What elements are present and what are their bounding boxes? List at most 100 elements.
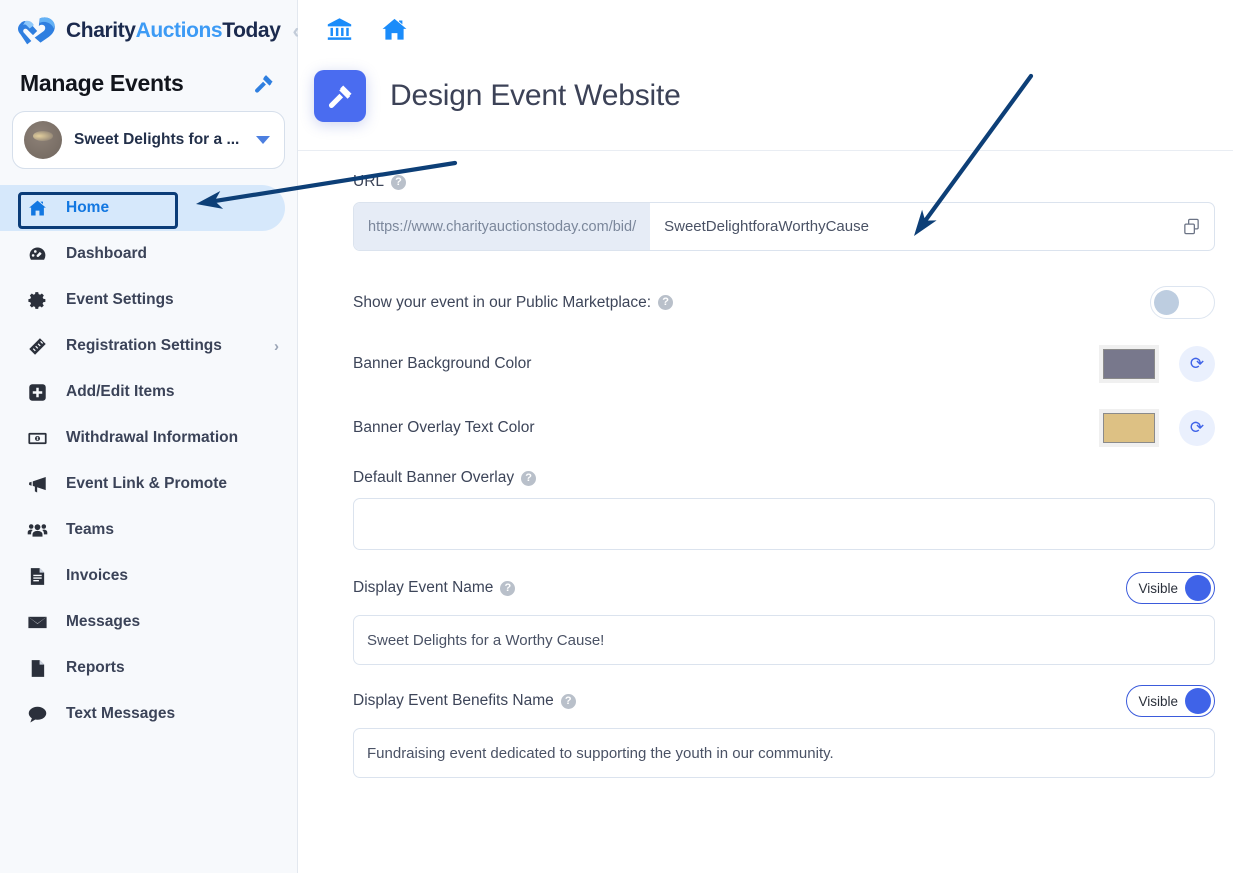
sidebar-item-event-settings[interactable]: Event Settings: [0, 277, 297, 323]
url-label: URL: [353, 173, 385, 190]
brand-name-part2: Auctions: [135, 19, 223, 42]
sidebar-item-home[interactable]: Home: [0, 185, 285, 231]
public-marketplace-toggle[interactable]: [1150, 286, 1215, 319]
toggle-knob: [1185, 688, 1211, 714]
display-event-name-toggle[interactable]: Visible: [1126, 572, 1215, 604]
design-event-website-form: URL ? https://www.charityauctionstoday.c…: [298, 173, 1233, 778]
sidebar-item-text-messages[interactable]: Text Messages: [0, 691, 297, 737]
megaphone-icon: [26, 473, 48, 495]
help-icon[interactable]: ?: [500, 580, 516, 596]
gavel-icon[interactable]: [314, 70, 366, 122]
url-label-row: URL ?: [353, 173, 1215, 191]
sidebar-item-registration-settings[interactable]: Registration Settings ›: [0, 323, 297, 369]
refresh-icon[interactable]: ⟳: [1179, 410, 1215, 446]
banner-overlay-text-color-row: Banner Overlay Text Color ⟳: [353, 409, 1215, 447]
sidebar-item-invoices[interactable]: Invoices: [0, 553, 297, 599]
url-prefix: https://www.charityauctionstoday.com/bid…: [354, 203, 651, 250]
invoice-document-icon: [26, 565, 48, 587]
url-input-group[interactable]: https://www.charityauctionstoday.com/bid…: [353, 202, 1215, 251]
ticket-icon: [26, 335, 48, 357]
file-icon: [26, 657, 48, 679]
caret-down-icon[interactable]: [256, 136, 270, 144]
app-root: CharityAuctionsToday « Manage Events Swe…: [0, 0, 1233, 873]
event-selector-label: Sweet Delights for a ...: [74, 131, 240, 148]
sidebar-item-add-edit-items[interactable]: Add/Edit Items: [0, 369, 297, 415]
display-event-benefits-name-row: Display Event Benefits Name ? Visible: [353, 685, 1215, 717]
help-icon[interactable]: ?: [560, 693, 576, 709]
event-selector-dropdown[interactable]: Sweet Delights for a ...: [12, 111, 285, 169]
money-bill-icon: [26, 427, 48, 449]
sidebar: CharityAuctionsToday « Manage Events Swe…: [0, 0, 304, 873]
sidebar-item-label: Withdrawal Information: [66, 429, 239, 446]
sidebar-item-label: Text Messages: [66, 705, 176, 722]
sidebar-item-label: Dashboard: [66, 245, 147, 262]
display-event-benefits-name-toggle[interactable]: Visible: [1126, 685, 1215, 717]
brand-name-part1: Charity: [66, 19, 136, 42]
chat-bubble-icon: [26, 703, 48, 725]
display-event-name-input[interactable]: Sweet Delights for a Worthy Cause!: [353, 615, 1215, 665]
sidebar-item-messages[interactable]: Messages: [0, 599, 297, 645]
public-marketplace-label: Show your event in our Public Marketplac…: [353, 293, 652, 311]
gear-icon: [26, 289, 48, 311]
display-event-benefits-name-input[interactable]: Fundraising event dedicated to supportin…: [353, 728, 1215, 778]
sidebar-item-label: Event Link & Promote: [66, 475, 228, 492]
sidebar-item-label: Invoices: [66, 567, 129, 584]
color-preview: [1103, 349, 1155, 379]
sidebar-item-event-link-promote[interactable]: Event Link & Promote: [0, 461, 297, 507]
toggle-label: Visible: [1138, 693, 1178, 709]
display-event-name-label-row: Display Event Name ?: [353, 579, 516, 597]
toggle-label: Visible: [1138, 580, 1178, 596]
default-banner-overlay-label-row: Default Banner Overlay ?: [353, 469, 1215, 487]
sidebar-item-reports[interactable]: Reports: [0, 645, 297, 691]
toggle-knob: [1154, 290, 1179, 315]
chevron-right-icon[interactable]: ›: [274, 338, 279, 355]
sidebar-item-label: Home: [66, 199, 110, 216]
default-banner-overlay-label: Default Banner Overlay: [353, 469, 515, 486]
sidebar-item-label: Reports: [66, 659, 125, 676]
avatar: [24, 121, 62, 159]
banner-overlay-text-color-swatch[interactable]: [1099, 409, 1159, 447]
brand-name: CharityAuctionsToday: [66, 19, 281, 43]
refresh-icon[interactable]: ⟳: [1179, 346, 1215, 382]
help-icon[interactable]: ?: [658, 295, 674, 310]
sidebar-item-withdrawal-information[interactable]: Withdrawal Information: [0, 415, 297, 461]
charity-heart-hand-logo-icon: [18, 16, 58, 46]
users-group-icon: [26, 519, 48, 541]
default-banner-overlay-input[interactable]: [353, 498, 1215, 550]
main-content: Design Event Website URL ? https://www.c…: [298, 0, 1233, 873]
banner-background-color-controls: ⟳: [1099, 345, 1215, 383]
display-event-name-label: Display Event Name: [353, 579, 494, 596]
display-event-benefits-name-label: Display Event Benefits Name: [353, 692, 554, 709]
envelope-icon: [26, 611, 48, 633]
sidebar-item-label: Teams: [66, 521, 114, 538]
sidebar-item-label: Event Settings: [66, 291, 174, 308]
banner-background-color-swatch[interactable]: [1099, 345, 1159, 383]
color-preview: [1103, 413, 1155, 443]
banner-overlay-text-color-label: Banner Overlay Text Color: [353, 419, 535, 436]
sidebar-item-dashboard[interactable]: Dashboard: [0, 231, 297, 277]
public-marketplace-label-row: Show your event in our Public Marketplac…: [353, 293, 674, 312]
home-icon[interactable]: [381, 16, 408, 43]
banner-overlay-text-color-controls: ⟳: [1099, 409, 1215, 447]
help-icon[interactable]: ?: [391, 174, 407, 190]
dashboard-gauge-icon: [26, 243, 48, 265]
manage-events-header: Manage Events: [0, 62, 297, 107]
copy-icon[interactable]: [1168, 203, 1214, 250]
public-marketplace-row: Show your event in our Public Marketplac…: [353, 286, 1215, 319]
plus-square-icon: [26, 381, 48, 403]
bank-institution-icon[interactable]: [326, 16, 353, 43]
sidebar-item-label: Messages: [66, 613, 141, 630]
header-divider: [298, 150, 1233, 151]
brand-name-part3: Today: [222, 19, 281, 42]
brand-header: CharityAuctionsToday «: [0, 0, 304, 62]
gavel-icon[interactable]: [253, 73, 275, 95]
top-icon-bar: [298, 0, 1233, 58]
page-header: Design Event Website: [298, 70, 1233, 122]
help-icon[interactable]: ?: [521, 470, 537, 486]
url-slug-input[interactable]: SweetDelightforaWorthyCause: [650, 203, 1168, 250]
sidebar-nav: Home Dashboard Event Settings Registrati…: [0, 185, 297, 737]
display-event-name-row: Display Event Name ? Visible: [353, 572, 1215, 604]
home-icon: [26, 197, 48, 219]
sidebar-item-label: Add/Edit Items: [66, 383, 175, 400]
sidebar-item-teams[interactable]: Teams: [0, 507, 297, 553]
